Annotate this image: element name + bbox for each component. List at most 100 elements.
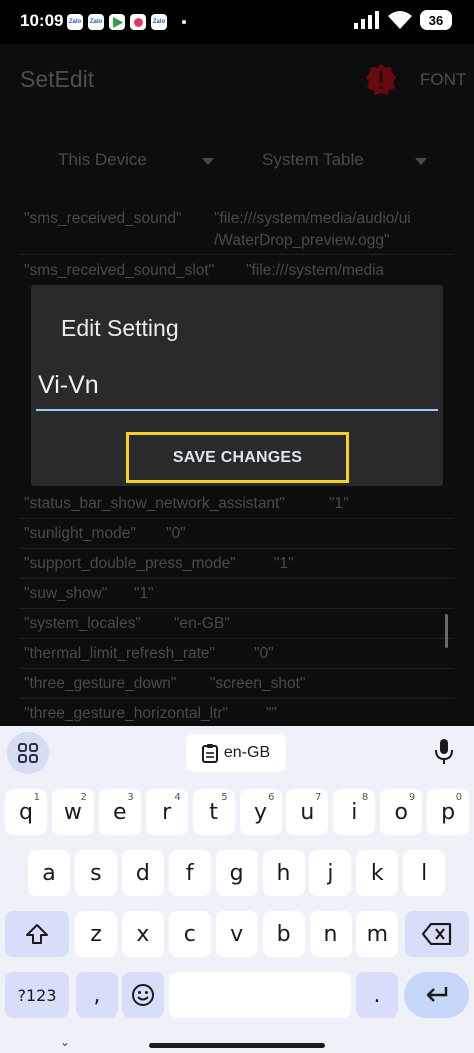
key-f[interactable]: f: [168, 850, 211, 896]
setting-row[interactable]: "sms_received_sound" "file:///system/med…: [24, 210, 411, 249]
setting-value-cont: /WaterDrop_preview.ogg": [214, 232, 390, 249]
save-changes-button[interactable]: SAVE CHANGES: [126, 432, 349, 483]
key-i[interactable]: i8: [333, 789, 376, 835]
setting-value: "1": [274, 555, 294, 572]
key-t[interactable]: t5: [192, 789, 235, 835]
status-bar: 10:09 Zalo Zalo Zalo 36: [0, 0, 474, 44]
key-n[interactable]: n: [309, 911, 352, 957]
key-d[interactable]: d: [121, 850, 164, 896]
shift-icon: [26, 924, 48, 944]
alert-icon[interactable]: [366, 64, 396, 96]
key-l[interactable]: l: [403, 850, 446, 896]
zalo-notification-icon: Zalo: [67, 14, 83, 30]
key-s[interactable]: s: [74, 850, 117, 896]
setting-key: "sms_received_sound": [24, 210, 182, 227]
key-letter: y: [253, 799, 268, 825]
zalo-notification-icon: Zalo: [151, 14, 167, 30]
setting-row[interactable]: "three_gesture_horizontal_ltr" "": [24, 705, 277, 723]
key-hint: 6: [268, 792, 275, 803]
divider: [20, 608, 454, 609]
setting-row[interactable]: "sunlight_mode" "0": [24, 525, 186, 543]
zalo-notification-icon: Zalo: [88, 14, 104, 30]
key-w[interactable]: w2: [51, 789, 94, 835]
setting-value: "screen_shot": [210, 675, 306, 692]
space-key[interactable]: [169, 972, 351, 1018]
symbols-key[interactable]: ?123: [5, 972, 69, 1018]
setting-row[interactable]: "three_gesture_down" "screen_shot": [24, 675, 305, 693]
shift-key[interactable]: [5, 911, 69, 957]
key-letter: r: [162, 799, 172, 825]
divider: [20, 254, 454, 255]
key-letter: p: [441, 799, 456, 825]
key-p[interactable]: p0: [427, 789, 470, 835]
setting-row[interactable]: "suw_show" "1": [24, 585, 154, 603]
soft-keyboard: en-GB q1w2e3r4t5y6u7i8o9p0 asdfghjkl zxc…: [0, 726, 474, 1053]
setting-row[interactable]: "status_bar_show_network_assistant" "1": [24, 495, 349, 513]
key-hint: 2: [80, 792, 87, 803]
device-spinner-label: This Device: [58, 150, 147, 169]
dialog-title: Edit Setting: [61, 315, 179, 341]
setting-value-input[interactable]: Vi-Vn: [36, 365, 438, 411]
key-u[interactable]: u7: [286, 789, 329, 835]
key-c[interactable]: c: [168, 911, 211, 957]
setting-key: "thermal_limit_refresh_rate": [24, 645, 216, 662]
setting-row[interactable]: "sms_received_sound_slot" "file:///syste…: [24, 262, 384, 280]
divider: [20, 578, 454, 579]
key-hint: 7: [315, 792, 322, 803]
key-hint: 8: [361, 792, 369, 803]
keyboard-hide-chevron-icon[interactable]: ⌄: [60, 1035, 70, 1049]
key-r[interactable]: r4: [145, 789, 188, 835]
scrollbar-thumb[interactable]: [445, 614, 448, 648]
app-notification-icon: [130, 14, 146, 30]
key-v[interactable]: v: [215, 911, 258, 957]
emoji-key[interactable]: [122, 972, 164, 1018]
setting-value: "file:///system/media/audio/ui: [214, 210, 411, 227]
setting-key: "three_gesture_down": [24, 675, 177, 692]
table-spinner[interactable]: System Table: [262, 150, 427, 170]
microphone-icon: [435, 739, 453, 764]
setting-value: "0": [254, 645, 274, 662]
key-letter: w: [63, 799, 82, 825]
navigation-bar: ⌄: [0, 1031, 474, 1053]
key-o[interactable]: o9: [380, 789, 423, 835]
key-k[interactable]: k: [356, 850, 399, 896]
setting-key: "status_bar_show_network_assistant": [24, 495, 285, 512]
voice-input-button[interactable]: [426, 734, 462, 770]
setting-key: "sms_received_sound_slot": [24, 262, 215, 279]
key-letter: i: [351, 799, 358, 825]
app-title: SetEdit: [20, 66, 95, 92]
backspace-icon: [422, 923, 452, 945]
setting-row[interactable]: "support_double_press_mode" "1": [24, 555, 294, 573]
device-spinner[interactable]: This Device: [58, 150, 214, 170]
key-h[interactable]: h: [262, 850, 305, 896]
key-m[interactable]: m: [356, 911, 399, 957]
setting-value: "": [266, 705, 278, 722]
font-button[interactable]: FONT: [420, 70, 466, 90]
setting-row[interactable]: "thermal_limit_refresh_rate" "0": [24, 645, 274, 663]
period-key[interactable]: .: [356, 972, 398, 1018]
enter-key[interactable]: [404, 972, 469, 1018]
key-y[interactable]: y6: [239, 789, 282, 835]
dropdown-arrow-icon: [415, 158, 427, 165]
key-hint: 3: [127, 792, 134, 803]
setting-row[interactable]: "system_locales" "en-GB": [24, 615, 230, 633]
key-e[interactable]: e3: [98, 789, 141, 835]
key-j[interactable]: j: [309, 850, 352, 896]
setting-key: "sunlight_mode": [24, 525, 136, 542]
key-a[interactable]: a: [28, 850, 70, 896]
key-z[interactable]: z: [75, 911, 117, 957]
key-letter: o: [394, 799, 408, 825]
key-x[interactable]: x: [121, 911, 164, 957]
backspace-key[interactable]: [405, 911, 469, 957]
key-hint: 0: [455, 792, 463, 803]
divider: [20, 698, 454, 699]
comma-key[interactable]: ,: [76, 972, 118, 1018]
home-gesture-handle[interactable]: [149, 1043, 325, 1048]
clipboard-suggestion-chip[interactable]: en-GB: [186, 734, 286, 772]
key-b[interactable]: b: [262, 911, 305, 957]
keyboard-menu-button[interactable]: [7, 732, 49, 774]
enter-icon: [426, 987, 447, 1002]
setting-value: "file:///system/media: [246, 262, 385, 279]
key-g[interactable]: g: [215, 850, 258, 896]
key-q[interactable]: q1: [5, 789, 47, 835]
